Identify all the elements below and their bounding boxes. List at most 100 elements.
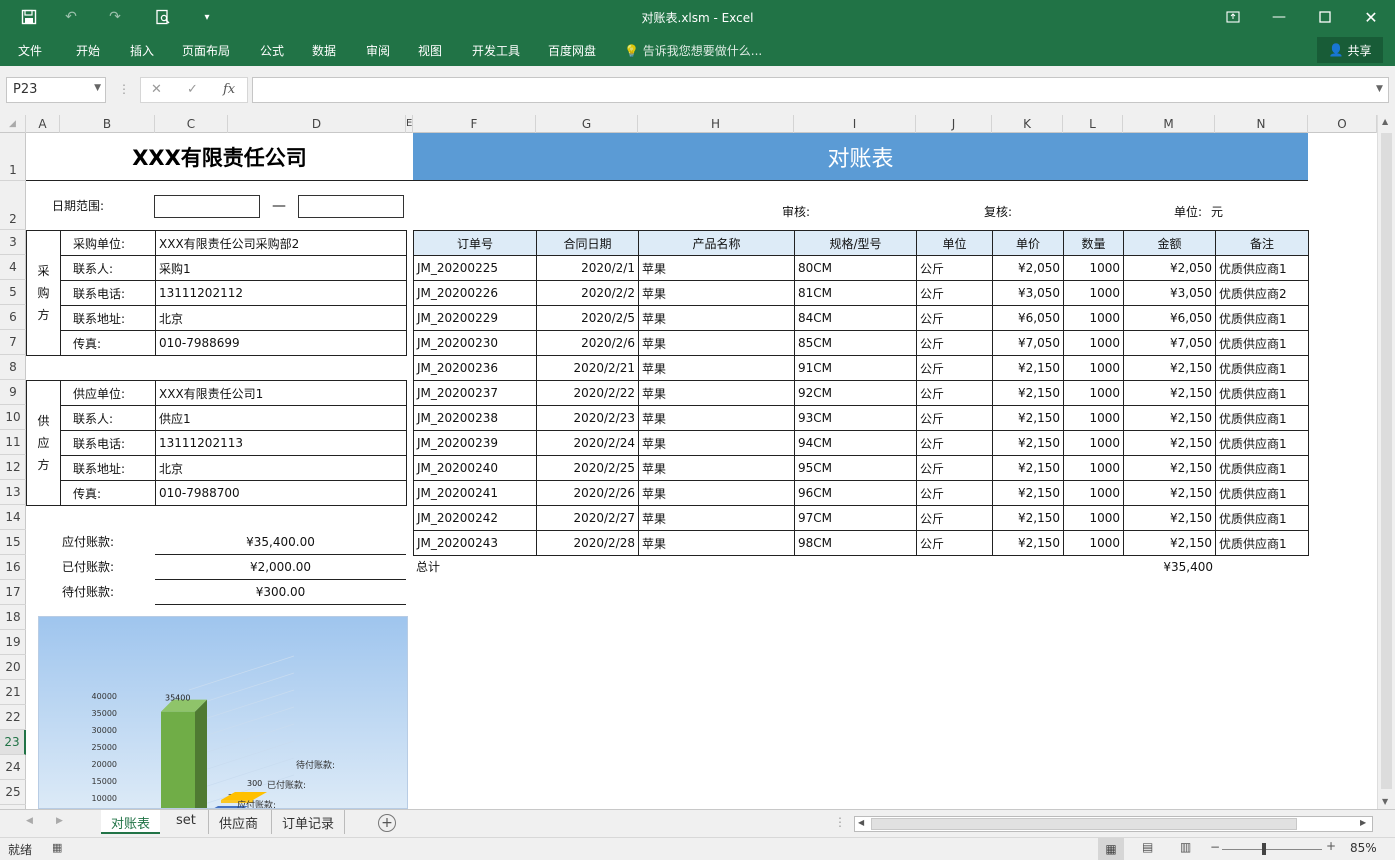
tab-formulas[interactable]: 公式 bbox=[260, 42, 284, 59]
order-cell[interactable]: ¥2,150 bbox=[992, 355, 1064, 381]
row-header-selected[interactable]: 23 bbox=[0, 730, 26, 755]
scroll-up-icon[interactable]: ▲ bbox=[1382, 117, 1388, 126]
order-cell[interactable]: JM_20200237 bbox=[413, 380, 537, 406]
order-cell[interactable]: 1000 bbox=[1063, 455, 1124, 481]
buyer-value[interactable]: 010-7988699 bbox=[155, 330, 407, 356]
order-cell[interactable]: 1000 bbox=[1063, 480, 1124, 506]
order-cell[interactable]: 81CM bbox=[794, 280, 917, 306]
order-cell[interactable]: 公斤 bbox=[916, 355, 993, 381]
order-cell[interactable]: 84CM bbox=[794, 305, 917, 331]
splitter-icon[interactable]: ⋮ bbox=[834, 815, 846, 829]
order-cell[interactable]: 优质供应商1 bbox=[1215, 480, 1309, 506]
tab-scroll-right-icon[interactable]: ▶ bbox=[56, 816, 63, 826]
row-header[interactable]: 22 bbox=[0, 705, 26, 730]
col-header[interactable]: J bbox=[916, 115, 992, 133]
select-all-corner[interactable]: ◢ bbox=[0, 115, 26, 133]
tab-developer[interactable]: 开发工具 bbox=[472, 42, 520, 59]
col-header[interactable]: E bbox=[406, 115, 413, 133]
order-cell[interactable]: 优质供应商1 bbox=[1215, 255, 1309, 281]
col-header[interactable]: N bbox=[1215, 115, 1308, 133]
row-header[interactable]: 7 bbox=[0, 330, 26, 355]
order-cell[interactable]: ¥2,150 bbox=[1123, 380, 1216, 406]
normal-view-icon[interactable]: ▦ bbox=[1098, 838, 1124, 860]
order-cell[interactable]: 1000 bbox=[1063, 280, 1124, 306]
order-cell[interactable]: 苹果 bbox=[638, 530, 795, 556]
order-cell[interactable]: 2020/2/27 bbox=[536, 505, 639, 531]
vertical-scrollbar[interactable]: ▲ ▼ bbox=[1377, 115, 1395, 809]
order-cell[interactable]: ¥2,150 bbox=[1123, 430, 1216, 456]
tell-me-search[interactable]: 💡 告诉我您想要做什么... bbox=[624, 42, 762, 59]
order-cell[interactable]: 优质供应商1 bbox=[1215, 430, 1309, 456]
order-cell[interactable]: 2020/2/23 bbox=[536, 405, 639, 431]
order-cell[interactable]: 2020/2/22 bbox=[536, 380, 639, 406]
order-cell[interactable]: 1000 bbox=[1063, 530, 1124, 556]
buyer-value[interactable]: XXX有限责任公司采购部2 bbox=[155, 230, 407, 256]
order-cell[interactable]: 2020/2/5 bbox=[536, 305, 639, 331]
order-cell[interactable]: 公斤 bbox=[916, 505, 993, 531]
order-cell[interactable]: 苹果 bbox=[638, 380, 795, 406]
tab-data[interactable]: 数据 bbox=[312, 42, 336, 59]
order-cell[interactable]: 苹果 bbox=[638, 405, 795, 431]
order-cell[interactable]: 苹果 bbox=[638, 255, 795, 281]
order-cell[interactable]: 2020/2/6 bbox=[536, 330, 639, 356]
name-box[interactable]: P23 ▼ bbox=[6, 77, 106, 103]
order-cell[interactable]: JM_20200239 bbox=[413, 430, 537, 456]
order-cell[interactable]: 公斤 bbox=[916, 530, 993, 556]
ribbon-display-icon[interactable] bbox=[1222, 6, 1244, 28]
macro-record-icon[interactable]: ▦ bbox=[52, 841, 62, 854]
row-header[interactable]: 13 bbox=[0, 480, 26, 505]
order-cell[interactable]: 苹果 bbox=[638, 330, 795, 356]
order-cell[interactable]: 优质供应商1 bbox=[1215, 355, 1309, 381]
close-icon[interactable]: ✕ bbox=[1360, 6, 1382, 28]
order-cell[interactable]: 公斤 bbox=[916, 305, 993, 331]
share-button[interactable]: 👤 共享 bbox=[1317, 37, 1383, 63]
order-cell[interactable]: 公斤 bbox=[916, 405, 993, 431]
order-cell[interactable]: ¥2,150 bbox=[992, 455, 1064, 481]
zoom-out-icon[interactable]: − bbox=[1210, 840, 1220, 854]
order-cell[interactable]: JM_20200240 bbox=[413, 455, 537, 481]
order-cell[interactable]: 96CM bbox=[794, 480, 917, 506]
row-header[interactable]: 2 bbox=[0, 181, 26, 230]
row-header[interactable]: 5 bbox=[0, 280, 26, 305]
order-cell[interactable]: 苹果 bbox=[638, 280, 795, 306]
col-header[interactable]: G bbox=[536, 115, 638, 133]
order-cell[interactable]: 苹果 bbox=[638, 480, 795, 506]
zoom-slider-thumb[interactable] bbox=[1262, 843, 1266, 855]
order-cell[interactable]: 苹果 bbox=[638, 455, 795, 481]
row-header[interactable]: 12 bbox=[0, 455, 26, 480]
order-cell[interactable]: 1000 bbox=[1063, 330, 1124, 356]
tab-scroll-left-icon[interactable]: ◀ bbox=[26, 816, 33, 826]
order-cell[interactable]: 苹果 bbox=[638, 505, 795, 531]
order-cell[interactable]: ¥2,150 bbox=[1123, 505, 1216, 531]
enter-icon[interactable]: ✓ bbox=[187, 82, 198, 97]
hscroll-right-icon[interactable]: ▶ bbox=[1360, 818, 1366, 827]
order-cell[interactable]: 1000 bbox=[1063, 355, 1124, 381]
order-cell[interactable]: 公斤 bbox=[916, 255, 993, 281]
order-cell[interactable]: ¥2,150 bbox=[992, 480, 1064, 506]
order-cell[interactable]: 1000 bbox=[1063, 255, 1124, 281]
order-cell[interactable]: 95CM bbox=[794, 455, 917, 481]
order-cell[interactable]: 优质供应商1 bbox=[1215, 330, 1309, 356]
zoom-level[interactable]: 85% bbox=[1350, 841, 1377, 855]
order-cell[interactable]: 优质供应商2 bbox=[1215, 280, 1309, 306]
order-cell[interactable]: 97CM bbox=[794, 505, 917, 531]
order-cell[interactable]: 2020/2/24 bbox=[536, 430, 639, 456]
page-break-view-icon[interactable]: ▥ bbox=[1180, 840, 1191, 854]
order-cell[interactable]: ¥2,150 bbox=[992, 530, 1064, 556]
tab-view[interactable]: 视图 bbox=[418, 42, 442, 59]
col-header[interactable]: B bbox=[60, 115, 155, 133]
order-cell[interactable]: ¥2,050 bbox=[992, 255, 1064, 281]
order-cell[interactable]: 92CM bbox=[794, 380, 917, 406]
order-cell[interactable]: 1000 bbox=[1063, 305, 1124, 331]
order-cell[interactable]: ¥7,050 bbox=[992, 330, 1064, 356]
order-cell[interactable]: 1000 bbox=[1063, 505, 1124, 531]
sheet-tab-set[interactable]: set bbox=[166, 810, 206, 834]
order-cell[interactable]: 公斤 bbox=[916, 480, 993, 506]
col-header[interactable]: O bbox=[1308, 115, 1377, 133]
order-cell[interactable]: 1000 bbox=[1063, 380, 1124, 406]
col-header[interactable]: F bbox=[413, 115, 536, 133]
order-cell[interactable]: ¥2,150 bbox=[992, 380, 1064, 406]
row-header[interactable]: 1 bbox=[0, 133, 26, 181]
horizontal-scrollbar[interactable]: ◀ ▶ bbox=[854, 816, 1373, 832]
row-header[interactable]: 19 bbox=[0, 630, 26, 655]
